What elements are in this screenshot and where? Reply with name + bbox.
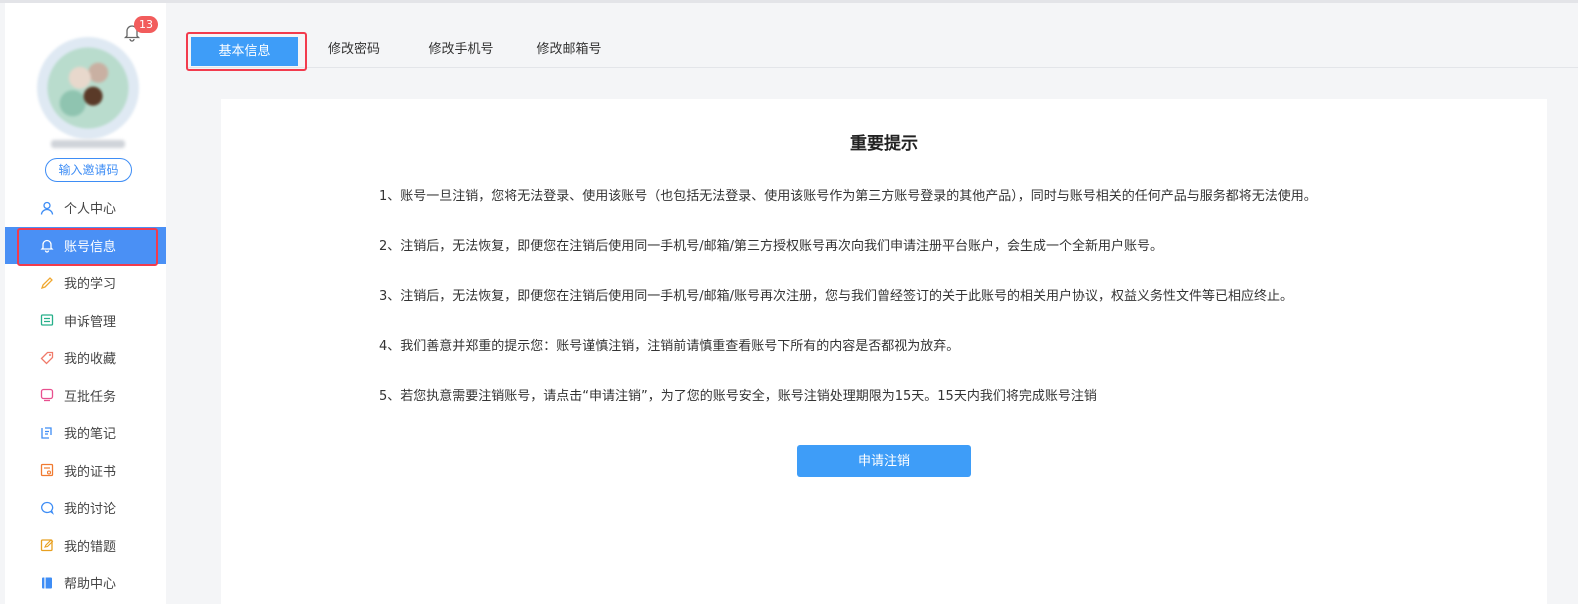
sidebar-item-label: 账号信息	[64, 239, 117, 255]
edit-box-icon	[39, 537, 55, 553]
username-blurred	[51, 140, 125, 148]
note-icon	[39, 425, 55, 441]
sidebar-item-label: 我的学习	[64, 277, 117, 293]
sidebar-item-my-learning[interactable]: 我的学习	[5, 264, 166, 302]
sidebar-item-my-certificates[interactable]: 我的证书	[5, 452, 166, 490]
certificate-icon	[39, 462, 55, 478]
discussion-icon	[39, 500, 55, 516]
sidebar-item-my-mistakes[interactable]: 我的错题	[5, 527, 166, 565]
invite-code-button[interactable]: 输入邀请码	[45, 158, 132, 182]
avatar-image	[37, 37, 139, 139]
sidebar: 13 输入邀请码 个人中心 账号信息 我的学习 申诉管理 我的收藏 互批任务 我…	[5, 3, 166, 604]
sidebar-item-label: 我的收藏	[64, 352, 117, 368]
sidebar-item-peer-review-tasks[interactable]: 互批任务	[5, 377, 166, 415]
sidebar-item-appeal-management[interactable]: 申诉管理	[5, 302, 166, 340]
notice-paragraph-2: 2、注销后，无法恢复，即便您在注销后使用同一手机号/邮箱/第三方授权账号再次向我…	[379, 239, 1164, 254]
notice-title: 重要提示	[850, 134, 918, 154]
sidebar-item-help-center[interactable]: 帮助中心	[5, 564, 166, 602]
notification-badge: 13	[134, 16, 158, 33]
sidebar-item-label: 我的证书	[64, 464, 117, 480]
notice-paragraph-5: 5、若您执意需要注销账号，请点击“申请注销”，为了您的账号安全，账号注销处理期限…	[379, 389, 1097, 404]
sidebar-item-my-notes[interactable]: 我的笔记	[5, 414, 166, 452]
sidebar-item-label: 我的讨论	[64, 502, 117, 518]
sidebar-item-my-favorites[interactable]: 我的收藏	[5, 339, 166, 377]
tab-change-phone[interactable]: 修改手机号	[418, 32, 504, 68]
sidebar-item-account-info[interactable]: 账号信息	[5, 226, 166, 265]
user-icon	[39, 200, 55, 216]
sidebar-item-personal-center[interactable]: 个人中心	[5, 189, 166, 227]
sidebar-item-label: 个人中心	[64, 202, 117, 218]
tab-change-password[interactable]: 修改密码	[314, 32, 394, 68]
book-icon	[39, 575, 55, 591]
account-tabs: 基本信息 修改密码 修改手机号 修改邮箱号	[186, 32, 1578, 68]
notice-paragraph-3: 3、注销后，无法恢复，即便您在注销后使用同一手机号/邮箱/账号再次注册，您与我们…	[379, 289, 1294, 304]
sidebar-item-label: 帮助中心	[64, 577, 117, 593]
sidebar-item-label: 申诉管理	[64, 314, 117, 330]
top-border	[0, 0, 1578, 3]
sidebar-item-my-discussions[interactable]: 我的讨论	[5, 489, 166, 527]
tab-change-email[interactable]: 修改邮箱号	[526, 32, 612, 68]
bell-icon	[39, 237, 55, 253]
tag-icon	[39, 350, 55, 366]
tab-highlight-box	[186, 32, 307, 71]
sidebar-item-label: 我的笔记	[64, 427, 117, 443]
list-icon	[39, 312, 55, 328]
avatar[interactable]	[37, 37, 139, 139]
pencil-icon	[39, 275, 55, 291]
sidebar-nav: 个人中心 账号信息 我的学习 申诉管理 我的收藏 互批任务 我的笔记 我的证书 …	[5, 189, 166, 602]
notice-card: 重要提示 1、账号一旦注销，您将无法登录、使用该账号（也包括无法登录、使用该账号…	[221, 99, 1547, 604]
notice-paragraph-4: 4、我们善意并郑重的提示您：账号谨慎注销，注销前请慎重查看账号下所有的内容是否都…	[379, 339, 960, 354]
apply-cancellation-button[interactable]: 申请注销	[797, 445, 971, 477]
notice-paragraph-1: 1、账号一旦注销，您将无法登录、使用该账号（也包括无法登录、使用该账号作为第三方…	[379, 189, 1317, 204]
sidebar-item-label: 互批任务	[64, 389, 117, 405]
chat-box-icon	[39, 387, 55, 403]
sidebar-item-label: 我的错题	[64, 539, 117, 555]
